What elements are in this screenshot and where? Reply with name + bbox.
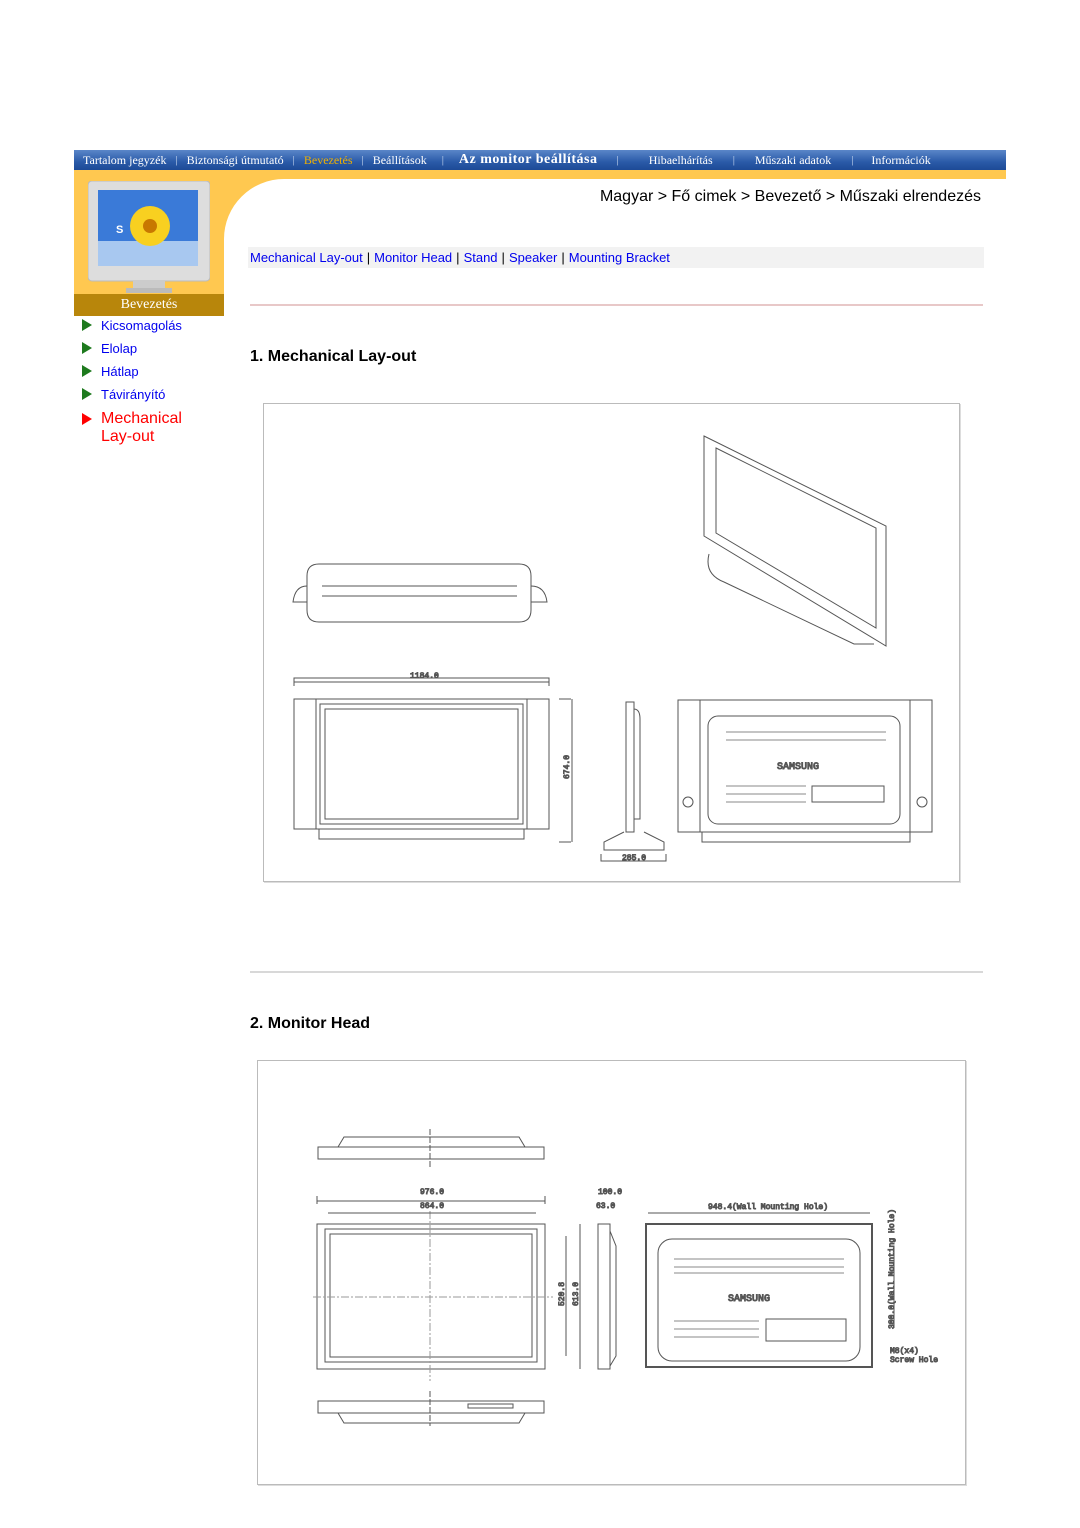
arrow-right-icon (82, 319, 92, 331)
arrow-right-icon (82, 365, 92, 377)
dim-d1: 100.0 (598, 1188, 622, 1197)
dim-d2: 63.0 (596, 1202, 615, 1211)
accent-bar (74, 170, 1006, 179)
nav-bevezetes[interactable]: Bevezetés (295, 153, 362, 168)
sidebar-item-elolap[interactable]: Elolap (82, 341, 222, 356)
section-title-mechanical: 1. Mechanical Lay-out (250, 348, 417, 365)
sidebar-item-kicsomagolas[interactable]: Kicsomagolás (82, 318, 222, 333)
sidebar-caption: Bevezetés (74, 294, 224, 316)
dim-wall-width: 948.4(Wall Mounting Hole) (708, 1203, 828, 1212)
nav-monitor-beallitasa[interactable]: Az monitor beállítása (450, 152, 607, 168)
breadcrumb: Magyar > Fő cimek > Bevezető > Műszaki e… (599, 188, 981, 205)
tab-monitor-head[interactable]: Monitor Head (374, 250, 452, 265)
dim-wall-height: 300.0(Wall Mounting Hole) (888, 1209, 897, 1329)
section-tabs: Mechanical Lay-out | Monitor Head | Stand | Sp… (248, 247, 984, 268)
mechanical-layout-drawing: 1184.0 674.0 285.0 SAMSUNG (263, 403, 960, 882)
dim-h1: 520.8 (558, 1282, 567, 1306)
corner-curve (224, 179, 344, 299)
dim-h2: 613.0 (572, 1282, 581, 1306)
nav-hibaelharitas[interactable]: Hibaelhárítás (629, 153, 733, 168)
screw-label: Screw Hole (890, 1356, 938, 1365)
dim-width: 1184.0 (410, 672, 439, 681)
nav-tartalom[interactable]: Tartalom jegyzék (74, 153, 175, 168)
divider (250, 971, 983, 973)
tab-mounting-bracket[interactable]: Mounting Bracket (569, 250, 670, 265)
brand-label: SAMSUNG (728, 1294, 770, 1305)
arrow-right-icon (82, 388, 92, 400)
dim-height: 674.0 (563, 755, 572, 779)
page: Tartalom jegyzék | Biztonsági útmutató | B… (0, 0, 1080, 1528)
section-title-monitor-head: 2. Monitor Head (250, 1015, 371, 1032)
arrow-right-icon (82, 413, 92, 425)
tab-speaker[interactable]: Speaker (509, 250, 557, 265)
nav-biztonsagi[interactable]: Biztonsági útmutató (178, 153, 293, 168)
monitor-image: S (88, 181, 210, 293)
dim-inner-width: 864.0 (420, 1202, 444, 1211)
sidebar-item-taviranyito[interactable]: Távirányító (82, 387, 222, 402)
sidebar-item-mechanical-layout[interactable]: Mechanical Lay-out (82, 410, 182, 446)
top-nav: Tartalom jegyzék | Biztonsági útmutató | B… (74, 150, 1006, 170)
sidebar-menu: Kicsomagolás Elolap Hátlap Távirányító M… (82, 318, 222, 454)
nav-informaciok[interactable]: Információk (853, 153, 940, 168)
sidebar-item-hatlap[interactable]: Hátlap (82, 364, 222, 379)
nav-beallitasok[interactable]: Beállítások (364, 153, 436, 168)
dim-outer-width: 976.0 (420, 1188, 444, 1197)
nav-muszaki[interactable]: Műszaki adatok (735, 153, 851, 168)
dim-depth: 285.0 (622, 854, 646, 863)
screw-spec: M8(x4) (890, 1347, 919, 1356)
tab-stand[interactable]: Stand (464, 250, 498, 265)
divider (250, 304, 983, 306)
svg-text:S: S (116, 224, 123, 236)
tab-mechanical-layout[interactable]: Mechanical Lay-out (250, 250, 363, 265)
arrow-right-icon (82, 342, 92, 354)
brand-label: SAMSUNG (777, 762, 819, 773)
monitor-head-drawing: 976.0 864.0 520.8 613.0 100.0 63.0 SAMSU… (257, 1060, 966, 1485)
